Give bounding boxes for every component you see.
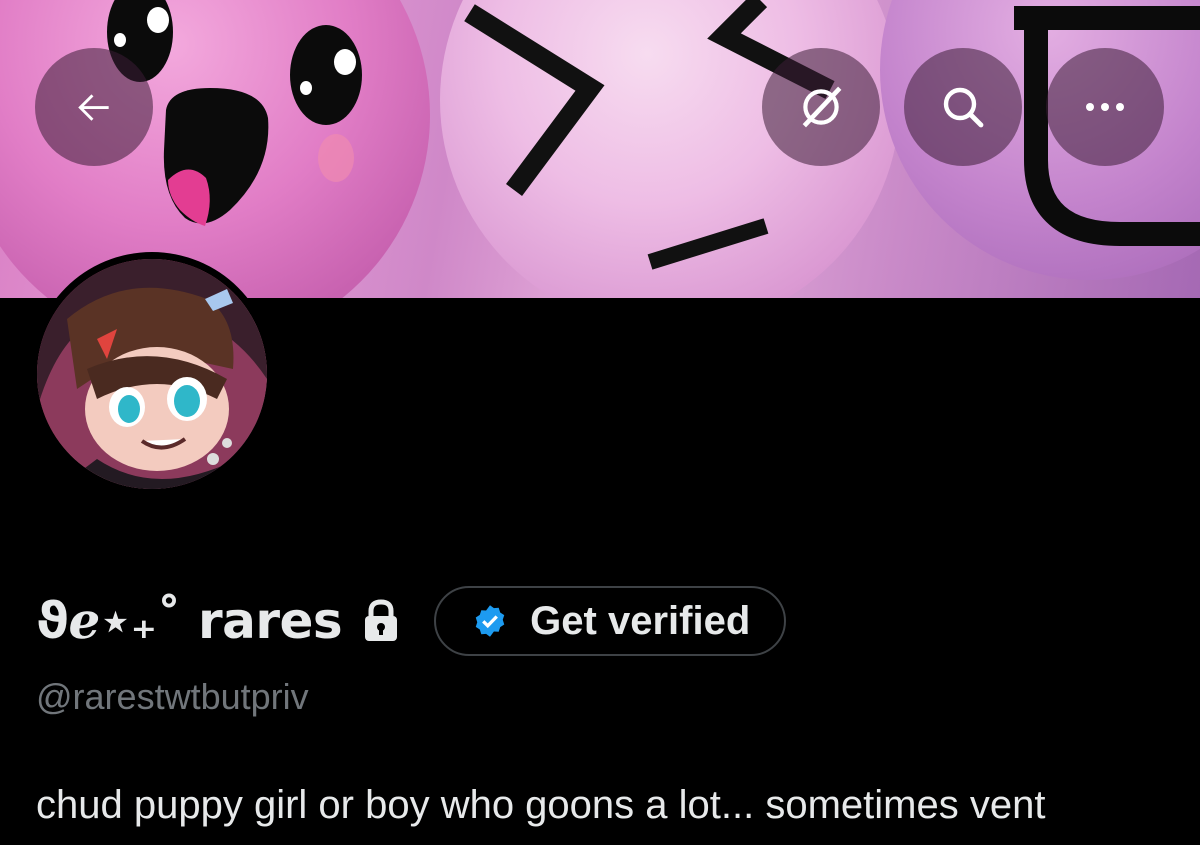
arrow-left-icon bbox=[78, 94, 109, 121]
banner-faces bbox=[107, 0, 1200, 270]
get-verified-label: Get verified bbox=[530, 598, 751, 643]
avatar[interactable] bbox=[30, 252, 274, 496]
display-name: ϑℯ⋆₊˚ rares bbox=[36, 592, 343, 650]
search-icon bbox=[943, 87, 984, 128]
grok-button[interactable] bbox=[762, 48, 880, 166]
profile-banner[interactable] bbox=[0, 0, 1200, 298]
avatar-image bbox=[37, 259, 267, 489]
back-button[interactable] bbox=[35, 48, 153, 166]
avatar-illustration bbox=[37, 259, 267, 489]
search-button[interactable] bbox=[904, 48, 1022, 166]
grok-icon bbox=[802, 86, 842, 128]
bio: chud puppy girl or boy who goons a lot..… bbox=[36, 783, 1046, 827]
handle: @rarestwtbutpriv bbox=[36, 676, 309, 717]
lock-icon bbox=[362, 599, 400, 643]
get-verified-button[interactable]: Get verified bbox=[434, 586, 787, 656]
profile-name-row: ϑℯ⋆₊˚ rares Get verified bbox=[36, 583, 787, 659]
more-icon bbox=[1086, 103, 1124, 111]
verified-badge-icon bbox=[475, 605, 505, 637]
more-button[interactable] bbox=[1046, 48, 1164, 166]
